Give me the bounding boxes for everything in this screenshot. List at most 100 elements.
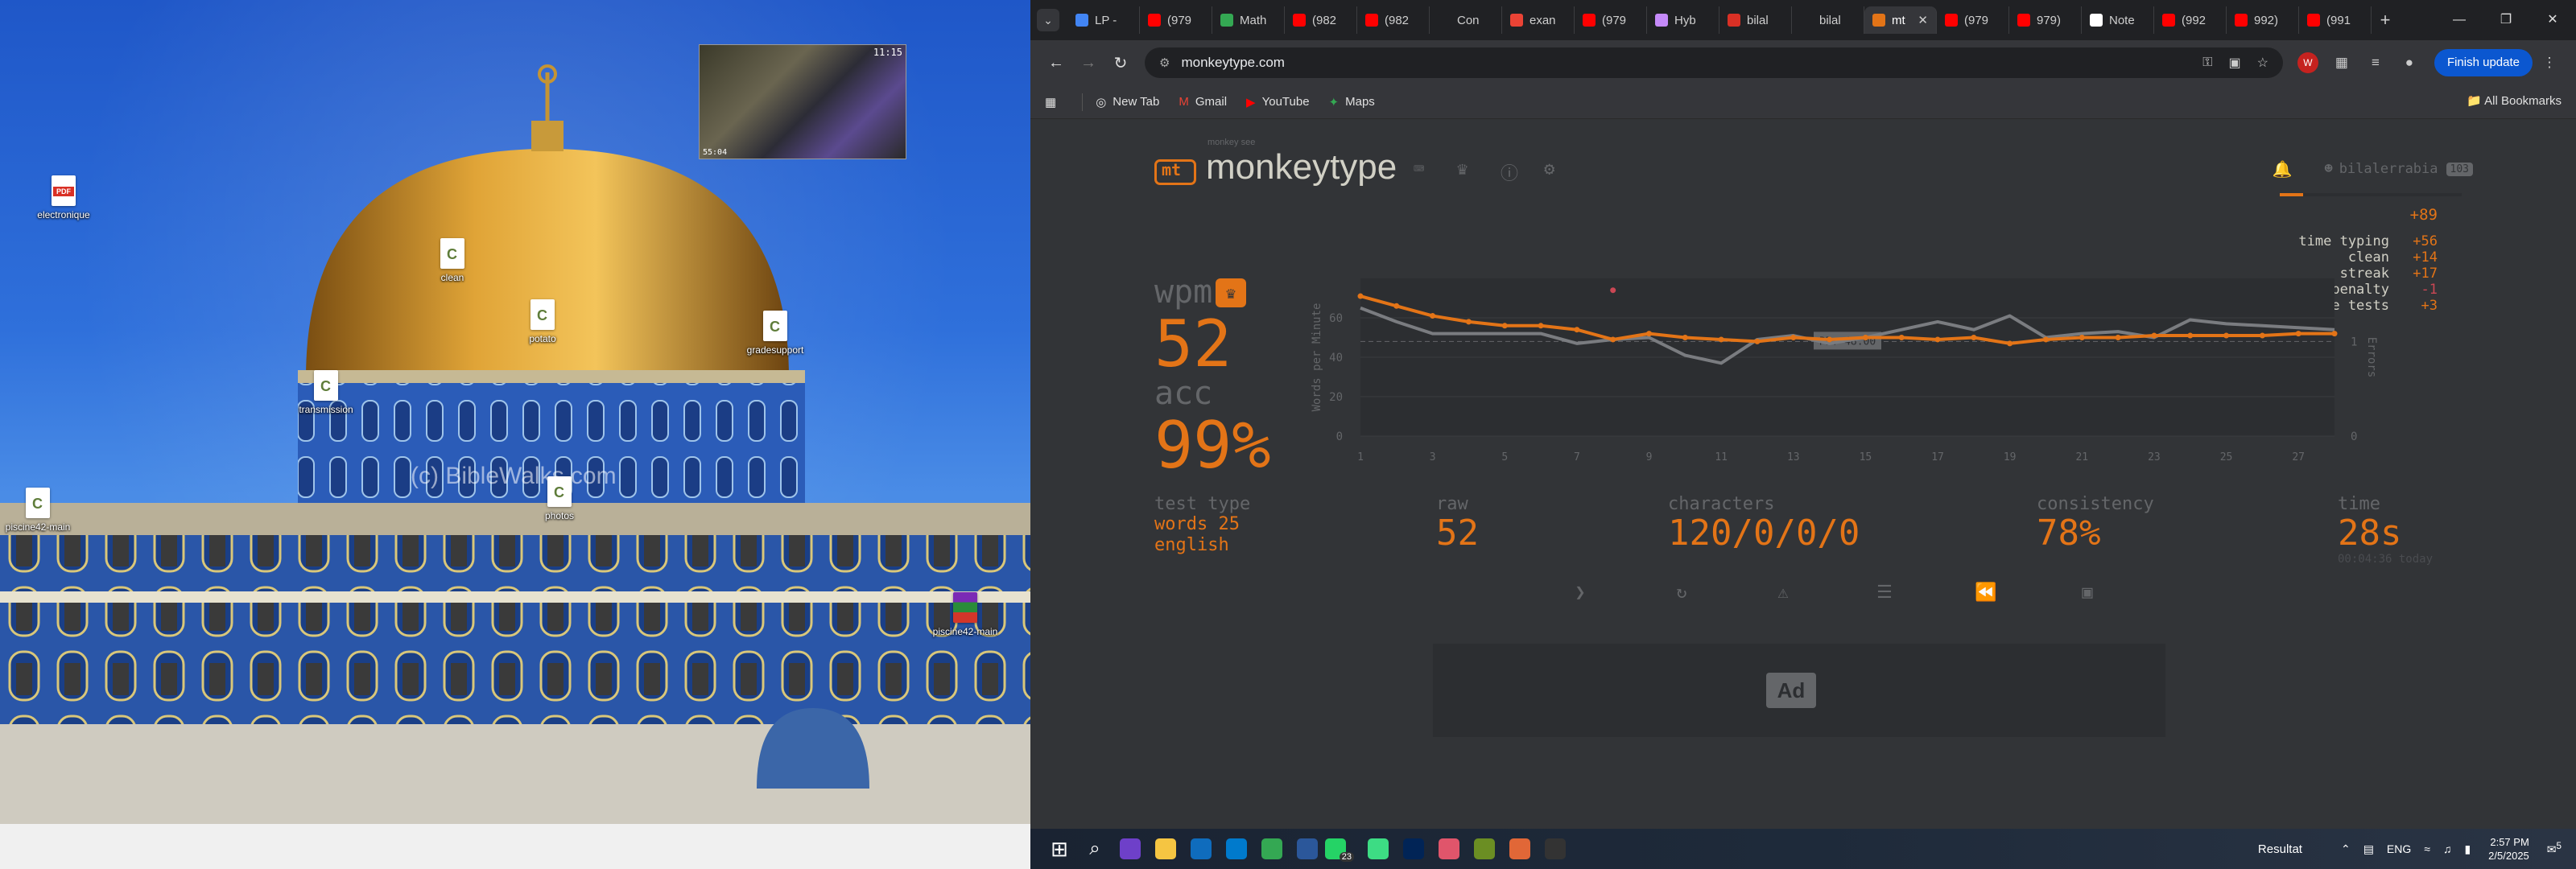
browser-tab[interactable]: (982 bbox=[1285, 6, 1357, 34]
chart-x-tick-label: 27 bbox=[2292, 451, 2305, 463]
reload-icon[interactable]: ↻ bbox=[1104, 53, 1137, 73]
taskbar-word-icon[interactable] bbox=[1290, 833, 1325, 865]
desktop-icon-label: potato bbox=[529, 333, 556, 344]
browser-tab[interactable]: exan bbox=[1502, 6, 1575, 34]
taskbar-minecraft-icon[interactable] bbox=[1467, 833, 1502, 865]
browser-tab[interactable]: bilal bbox=[1792, 6, 1864, 34]
desktop-icon-photos[interactable]: photos bbox=[515, 476, 604, 521]
browser-tab[interactable]: LP - bbox=[1067, 6, 1140, 34]
desktop-icon-label: transmission bbox=[299, 404, 353, 415]
clock[interactable]: 2:57 PM 2/5/2025 bbox=[2488, 835, 2529, 863]
screenshot-image-icon[interactable]: ▣ bbox=[2037, 583, 2138, 603]
browser-tab[interactable]: (982 bbox=[1357, 6, 1430, 34]
browser-tab[interactable]: (991 bbox=[2299, 6, 2372, 34]
browser-tab[interactable]: Note bbox=[2082, 6, 2154, 34]
minimize-icon[interactable]: — bbox=[2436, 0, 2483, 40]
taskbar-chrome-icon[interactable] bbox=[1254, 833, 1290, 865]
bookmark-maps[interactable]: ✦ Maps bbox=[1329, 95, 1375, 109]
next-test-chevron-icon[interactable]: ❯ bbox=[1530, 583, 1631, 603]
tray-chevron-icon[interactable]: ⌃ bbox=[2341, 842, 2351, 856]
desktop-icon-piscine42-main[interactable]: piscine42-main bbox=[0, 488, 82, 533]
video-sub: 55:04 bbox=[703, 148, 728, 157]
browser-tab[interactable]: (979 bbox=[1575, 6, 1647, 34]
practice-warning-icon[interactable]: ⚠ bbox=[1732, 583, 1834, 603]
taskbar-outlook-icon[interactable] bbox=[1183, 833, 1219, 865]
browser-tab[interactable]: mt ✕ bbox=[1864, 6, 1937, 34]
restart-icon[interactable]: ↻ bbox=[1631, 583, 1732, 603]
tab-favicon-icon bbox=[1945, 14, 1958, 27]
desktop-icon-potato[interactable]: potato bbox=[498, 299, 587, 344]
settings-gear-icon[interactable]: ⚙ bbox=[1544, 159, 1554, 179]
username[interactable]: bilalerrabia bbox=[2339, 161, 2438, 177]
volume-icon[interactable]: ♫ bbox=[2443, 842, 2452, 855]
browser-tab[interactable]: Math bbox=[1212, 6, 1285, 34]
profile-icon[interactable]: ● bbox=[2392, 55, 2426, 71]
desktop-icon-electronique[interactable]: electronique bbox=[19, 175, 108, 220]
desktop-icon-gradesupport[interactable]: gradesupport bbox=[731, 311, 819, 356]
network-icon[interactable]: ▤ bbox=[2363, 842, 2374, 856]
media-control-icon[interactable]: ≡ bbox=[2359, 55, 2392, 71]
close-tab-icon[interactable]: ✕ bbox=[1918, 13, 1928, 27]
user-icon[interactable]: ☻ bbox=[2324, 161, 2332, 177]
taskbar-refresh-icon[interactable] bbox=[1360, 833, 1396, 865]
extension-icon[interactable]: W bbox=[2297, 52, 2318, 73]
browser-tab[interactable]: bilal bbox=[1719, 6, 1792, 34]
more-menu-icon[interactable]: ⋮ bbox=[2533, 55, 2566, 71]
bookmark-star-icon[interactable]: ☆ bbox=[2257, 55, 2268, 71]
xp-row-value: +56 bbox=[2413, 233, 2438, 249]
site-info-icon[interactable]: ⚙ bbox=[1159, 56, 1170, 70]
taskbar-search-icon[interactable]: ⌕ bbox=[1077, 833, 1113, 865]
notifications-bell-icon[interactable]: 🔔 bbox=[2273, 159, 2293, 179]
tab-search-chevron-icon[interactable]: ⌄ bbox=[1037, 9, 1059, 31]
about-info-icon[interactable]: ⓘ bbox=[1501, 159, 1518, 185]
battery-icon[interactable]: ▮ bbox=[2464, 842, 2471, 856]
restore-icon[interactable]: ❐ bbox=[2483, 0, 2529, 40]
apps-grid-icon[interactable]: ▦ bbox=[1045, 95, 1063, 109]
password-key-icon[interactable]: ⚿ bbox=[2202, 56, 2212, 70]
taskbar-matlab-icon[interactable] bbox=[1502, 833, 1538, 865]
tab-label: Math bbox=[1240, 13, 1267, 27]
taskbar-explorer-icon[interactable] bbox=[1148, 833, 1183, 865]
resultat-widget[interactable]: Resultat bbox=[2258, 842, 2302, 856]
browser-tab[interactable]: Hyb bbox=[1647, 6, 1719, 34]
finish-update-button[interactable]: Finish update bbox=[2434, 49, 2533, 76]
monkeytype-logo[interactable]: monkey see monkeytype bbox=[1154, 138, 1397, 185]
video-thumbnail[interactable]: 11:15 55:04 bbox=[699, 44, 906, 159]
extensions-puzzle-icon[interactable]: ▦ bbox=[2325, 55, 2359, 71]
taskbar-paint-icon[interactable] bbox=[1431, 833, 1467, 865]
desktop-icon-clean[interactable]: clean bbox=[408, 238, 497, 283]
close-window-icon[interactable]: ✕ bbox=[2529, 0, 2576, 40]
address-bar[interactable]: ⚙ monkeytype.com ⚿ ▣ ☆ bbox=[1145, 47, 2283, 78]
github-glyph bbox=[1120, 838, 1141, 859]
browser-tab[interactable]: (992 bbox=[2154, 6, 2227, 34]
browser-tab[interactable]: (979 bbox=[1140, 6, 1212, 34]
wifi-icon[interactable]: ≈ bbox=[2424, 842, 2430, 855]
taskbar-start-icon[interactable]: ⊞ bbox=[1042, 833, 1077, 865]
browser-tab[interactable]: (979 bbox=[1937, 6, 2009, 34]
desktop-icon-transmission[interactable]: transmission bbox=[282, 370, 370, 415]
back-arrow-icon[interactable]: ← bbox=[1040, 54, 1072, 72]
notification-icon[interactable]: ✉5 bbox=[2547, 841, 2562, 857]
taskbar-powershell-icon[interactable] bbox=[1396, 833, 1431, 865]
words-history-icon[interactable]: ☰ bbox=[1834, 583, 1935, 603]
taskbar-whatsapp-icon[interactable]: 23 bbox=[1325, 833, 1360, 865]
bookmark-gmail[interactable]: M Gmail bbox=[1179, 95, 1227, 109]
leaderboard-crown-icon[interactable]: ♛ bbox=[1457, 159, 1468, 179]
bookmark-youtube[interactable]: ▶ YouTube bbox=[1246, 95, 1310, 109]
keyboard-icon[interactable]: ⌨ bbox=[1414, 159, 1424, 179]
forward-arrow-icon[interactable]: → bbox=[1072, 54, 1104, 72]
taskbar-vscode-icon[interactable] bbox=[1219, 833, 1254, 865]
lang-indicator[interactable]: ENG bbox=[2387, 842, 2411, 855]
new-tab-button[interactable]: + bbox=[2372, 10, 2399, 31]
bookmark-new-tab[interactable]: ◎ New Tab bbox=[1096, 95, 1159, 109]
desktop-icon-piscine42-main-zip[interactable]: piscine42-main bbox=[921, 592, 1009, 637]
taskbar-github-icon[interactable] bbox=[1113, 833, 1148, 865]
browser-tab[interactable]: Con bbox=[1430, 6, 1502, 34]
desktop-icon-label: photos bbox=[544, 510, 575, 521]
taskbar-media-icon[interactable] bbox=[1538, 833, 1573, 865]
all-bookmarks-button[interactable]: 📁 All Bookmarks bbox=[2467, 93, 2562, 108]
browser-tab[interactable]: 979) bbox=[2009, 6, 2082, 34]
install-app-icon[interactable]: ▣ bbox=[2228, 55, 2240, 71]
browser-tab[interactable]: 992) bbox=[2227, 6, 2299, 34]
replay-rewind-icon[interactable]: ⏪ bbox=[1935, 583, 2037, 603]
